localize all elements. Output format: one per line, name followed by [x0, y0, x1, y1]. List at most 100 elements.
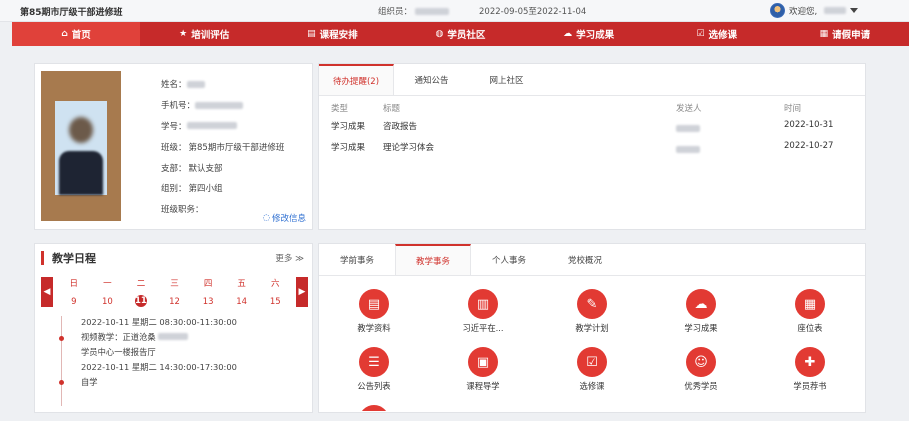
- day-mon[interactable]: 一 10: [91, 277, 125, 307]
- day-number: 10: [101, 297, 113, 307]
- course-guide-icon: ▣: [468, 347, 498, 377]
- nav-student-community[interactable]: ◍ 学员社区: [396, 22, 524, 46]
- avatar[interactable]: [770, 3, 785, 18]
- user-menu[interactable]: 欢迎您,: [770, 3, 859, 18]
- day-sun[interactable]: 日9: [57, 277, 91, 307]
- day-number: 15: [269, 297, 281, 307]
- profile-photo: [41, 71, 121, 221]
- table-row[interactable]: 学习成果 理论学习体会 2022-10-27: [319, 136, 865, 157]
- todo-tabs: 待办提醒(2) 通知公告 网上社区: [319, 64, 865, 96]
- shortcut-learning-results[interactable]: ☁ 学习成果: [656, 289, 746, 334]
- student-id-redacted: [186, 122, 237, 130]
- tab-todo-reminders[interactable]: 待办提醒(2): [319, 64, 394, 95]
- weekday-label: 六: [271, 279, 280, 289]
- shortcut-partial-next-row[interactable]: [329, 405, 419, 411]
- nav-label: 学习成果: [576, 30, 615, 41]
- shortcut-notice-list[interactable]: ☰ 公告列表: [329, 347, 419, 392]
- todo-panel: 待办提醒(2) 通知公告 网上社区 类型 标题 发送人 时间 学习成果 咨政报告…: [318, 63, 866, 230]
- home-icon: ⌂: [61, 28, 68, 39]
- event-title-text: 视频教学：正道沧桑: [81, 332, 156, 342]
- shortcut-label: 学员荐书: [793, 381, 827, 391]
- cloud-upload-icon: ☁: [686, 289, 716, 319]
- affairs-panel: 学前事务 教学事务 个人事务 党校概况 ▤ 教学资料 ▥ 习近平在... ✎ 教学计划…: [318, 243, 866, 413]
- seat-chart-icon: ▦: [795, 289, 825, 319]
- tab-teaching-affairs[interactable]: 教学事务: [395, 244, 471, 275]
- day-fri[interactable]: 五 14: [225, 277, 259, 307]
- timeline-dot: [59, 380, 64, 385]
- day-sat[interactable]: 六 15: [258, 277, 292, 307]
- tab-online-community[interactable]: 网上社区: [469, 64, 544, 95]
- day-number: 9: [71, 297, 77, 307]
- profile-name-row: 姓名：: [161, 74, 284, 95]
- weekday-label: 日: [69, 279, 79, 289]
- nav-electives[interactable]: ☑ 选修课: [653, 22, 781, 46]
- shortcut-seat-chart[interactable]: ▦ 座位表: [765, 289, 855, 334]
- nav-learning-results[interactable]: ☁ 学习成果: [525, 22, 653, 46]
- row-title[interactable]: 理论学习体会: [383, 141, 434, 153]
- tab-school-overview[interactable]: 党校概况: [547, 244, 623, 275]
- row-time: 2022-10-31: [784, 120, 834, 130]
- table-header: 类型 标题 发送人 时间: [319, 97, 865, 115]
- timeline-line: [61, 316, 62, 406]
- row-type: 学习成果: [331, 143, 366, 153]
- document-icon: ▦: [819, 28, 829, 39]
- shortcut-course-guide[interactable]: ▣ 课程导学: [438, 347, 528, 392]
- partial-shortcut-icon: [359, 405, 389, 411]
- tab-pre-study-affairs[interactable]: 学前事务: [319, 244, 395, 275]
- shortcut-label: 优秀学员: [684, 381, 718, 391]
- row-title[interactable]: 咨政报告: [383, 120, 417, 132]
- prev-week-button[interactable]: ◀: [41, 277, 53, 307]
- nav-leave-request[interactable]: ▦ 请假申请: [781, 22, 909, 46]
- checkbox-icon: ☑: [577, 347, 607, 377]
- shortcut-excellent-students[interactable]: ☺ 优秀学员: [656, 347, 746, 392]
- teaching-schedule-panel: 教学日程 更多 ≫ ◀ 日9 一 10 二 11 三 12 四 13 五 14 六 15 ▶…: [34, 243, 313, 413]
- plan-edit-icon: ✎: [577, 289, 607, 319]
- nav-training-evaluation[interactable]: ★ 培训评估: [140, 22, 268, 46]
- nav-label: 选修课: [708, 30, 738, 41]
- shortcut-book-recommendations[interactable]: ✚ 学员荐书: [765, 347, 855, 392]
- nav-home[interactable]: ⌂ 首页: [12, 22, 141, 46]
- weekday-label: 一: [103, 279, 112, 289]
- chevron-down-icon[interactable]: [850, 8, 859, 13]
- class-label: 班级：: [161, 142, 187, 153]
- shortcut-label: 教学资料: [357, 323, 391, 333]
- nav-label: 首页: [71, 30, 91, 41]
- weekday-label: 三: [170, 279, 179, 289]
- tab-personal-affairs[interactable]: 个人事务: [471, 244, 547, 275]
- nav-course-schedule[interactable]: ▤ 课程安排: [268, 22, 396, 46]
- more-link[interactable]: 更多 ≫: [275, 252, 304, 264]
- day-tue[interactable]: 二 11: [124, 277, 158, 307]
- column-time: 时间: [784, 104, 802, 114]
- day-thu[interactable]: 四 13: [191, 277, 225, 307]
- shortcut-teaching-materials[interactable]: ▤ 教学资料: [329, 289, 419, 334]
- week-days: 日9 一 10 二 11 三 12 四 13 五 14 六 15: [57, 277, 292, 307]
- event-title[interactable]: 自学: [81, 376, 98, 388]
- group-label: 组别：: [161, 184, 187, 195]
- user-name-redacted: [824, 7, 847, 14]
- table-row[interactable]: 学习成果 咨政报告 2022-10-31: [319, 115, 865, 136]
- day-number: 14: [236, 297, 248, 307]
- day-wed[interactable]: 三 12: [158, 277, 192, 307]
- lecturer-redacted: [158, 333, 189, 340]
- shortcut-teaching-plan[interactable]: ✎ 教学计划: [547, 289, 637, 334]
- book-add-icon: ✚: [795, 347, 825, 377]
- row-type: 学习成果: [331, 122, 366, 132]
- edit-profile-label: 修改信息: [271, 214, 306, 224]
- tab-notices[interactable]: 通知公告: [394, 64, 469, 95]
- next-week-button[interactable]: ▶: [296, 277, 308, 307]
- week-calendar: ◀ 日9 一 10 二 11 三 12 四 13 五 14 六 15 ▶: [41, 277, 308, 307]
- profile-class-row: 班级： 第85期市厅级干部进修班: [161, 136, 284, 157]
- shortcut-label: 习近平在...: [462, 323, 504, 333]
- edit-profile-link[interactable]: ◌ 修改信息: [263, 212, 306, 224]
- name-label: 姓名：: [161, 80, 187, 91]
- shortcut-xi-speeches[interactable]: ▥ 习近平在...: [438, 289, 528, 334]
- shortcut-electives[interactable]: ☑ 选修课: [547, 347, 637, 392]
- todo-table: 类型 标题 发送人 时间 学习成果 咨政报告 2022-10-31 学习成果 理…: [319, 97, 865, 157]
- duty-label: 班级职务：: [161, 205, 204, 216]
- event-title[interactable]: 视频教学：正道沧桑: [81, 331, 189, 343]
- list-icon: ☰: [359, 347, 389, 377]
- organizer-info: 组织员：: [378, 5, 450, 17]
- event-place: 学员中心一楼报告厅: [81, 347, 156, 357]
- branch-value: 默认支部: [188, 163, 223, 174]
- day-number: 12: [169, 297, 180, 307]
